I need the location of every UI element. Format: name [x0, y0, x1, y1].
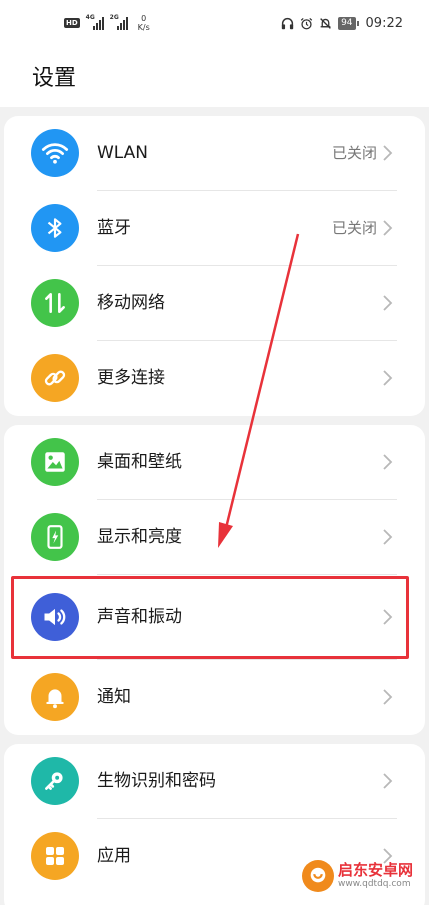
- status-bar-right: 94 09:22: [281, 16, 403, 31]
- chevron-right-icon: [383, 370, 393, 386]
- settings-item-wlan[interactable]: WLAN 已关闭: [4, 116, 425, 191]
- chevron-right-icon: [383, 454, 393, 470]
- settings-item-value: 已关闭: [331, 144, 377, 162]
- chevron-right-icon: [383, 295, 393, 311]
- settings-item-label: 更多连接: [97, 368, 165, 388]
- network-speed: 0 K/s: [138, 14, 150, 32]
- link-icon: [31, 354, 79, 402]
- settings-item-bluetooth[interactable]: 蓝牙 已关闭: [4, 191, 425, 266]
- key-icon: [31, 757, 79, 805]
- settings-group-connections: WLAN 已关闭 蓝牙 已关闭 移动网络 更多连接: [4, 116, 425, 416]
- settings-item-label: 移动网络: [97, 293, 165, 313]
- status-time: 09:22: [365, 16, 403, 31]
- settings-item-biometrics[interactable]: 生物识别和密码: [4, 744, 425, 819]
- settings-item-label: 蓝牙: [97, 218, 131, 238]
- network-speed-unit: K/s: [137, 23, 150, 32]
- headphones-icon: [281, 17, 294, 30]
- settings-item-label: 生物识别和密码: [97, 771, 216, 791]
- watermark-name: 启东安卓网: [338, 861, 414, 879]
- settings-item-label: 通知: [97, 687, 131, 707]
- settings-item-notifications[interactable]: 通知: [4, 660, 425, 735]
- wifi-icon: [31, 129, 79, 177]
- settings-item-label: 桌面和壁纸: [97, 452, 182, 472]
- status-bar: HD 4G 2G 0 K/s 94 09:22: [0, 0, 429, 50]
- hd-badge: HD: [64, 18, 80, 28]
- watermark: 启东安卓网 www.qdtdq.com: [302, 860, 413, 892]
- chevron-right-icon: [383, 689, 393, 705]
- settings-item-display[interactable]: 显示和亮度: [4, 500, 425, 575]
- wallpaper-icon: [31, 438, 79, 486]
- chevron-right-icon: [383, 145, 393, 161]
- alarm-icon: [300, 18, 313, 30]
- settings-item-label: WLAN: [97, 143, 149, 163]
- apps-icon: [31, 832, 79, 880]
- settings-item-label: 显示和亮度: [97, 527, 182, 547]
- page-title: 设置: [32, 66, 77, 91]
- watermark-url: www.qdtdq.com: [338, 879, 411, 889]
- header: 设置: [0, 50, 429, 107]
- highlight-box: [11, 576, 409, 659]
- display-icon: [31, 513, 79, 561]
- settings-item-label: 应用: [97, 846, 131, 866]
- watermark-logo-icon: [302, 860, 334, 892]
- bluetooth-icon: [31, 204, 79, 252]
- watermark-text: 启东安卓网 www.qdtdq.com: [338, 862, 413, 890]
- status-bar-left: HD 4G 2G 0 K/s: [64, 14, 150, 32]
- chevron-right-icon: [383, 220, 393, 236]
- network-speed-value: 0: [141, 14, 147, 23]
- chevron-right-icon: [383, 773, 393, 789]
- settings-item-more-connections[interactable]: 更多连接: [4, 341, 425, 416]
- mobile-data-icon: [31, 279, 79, 327]
- battery-icon: 94: [338, 17, 360, 30]
- chevron-right-icon: [383, 529, 393, 545]
- settings-item-mobile-network[interactable]: 移动网络: [4, 266, 425, 341]
- signal-2g-icon: 2G: [110, 14, 128, 30]
- mute-icon: [320, 18, 331, 29]
- signal-4g-icon: 4G: [86, 14, 104, 30]
- settings-item-value: 已关闭: [331, 219, 377, 237]
- settings-item-wallpaper[interactable]: 桌面和壁纸: [4, 425, 425, 500]
- bell-icon: [31, 673, 79, 721]
